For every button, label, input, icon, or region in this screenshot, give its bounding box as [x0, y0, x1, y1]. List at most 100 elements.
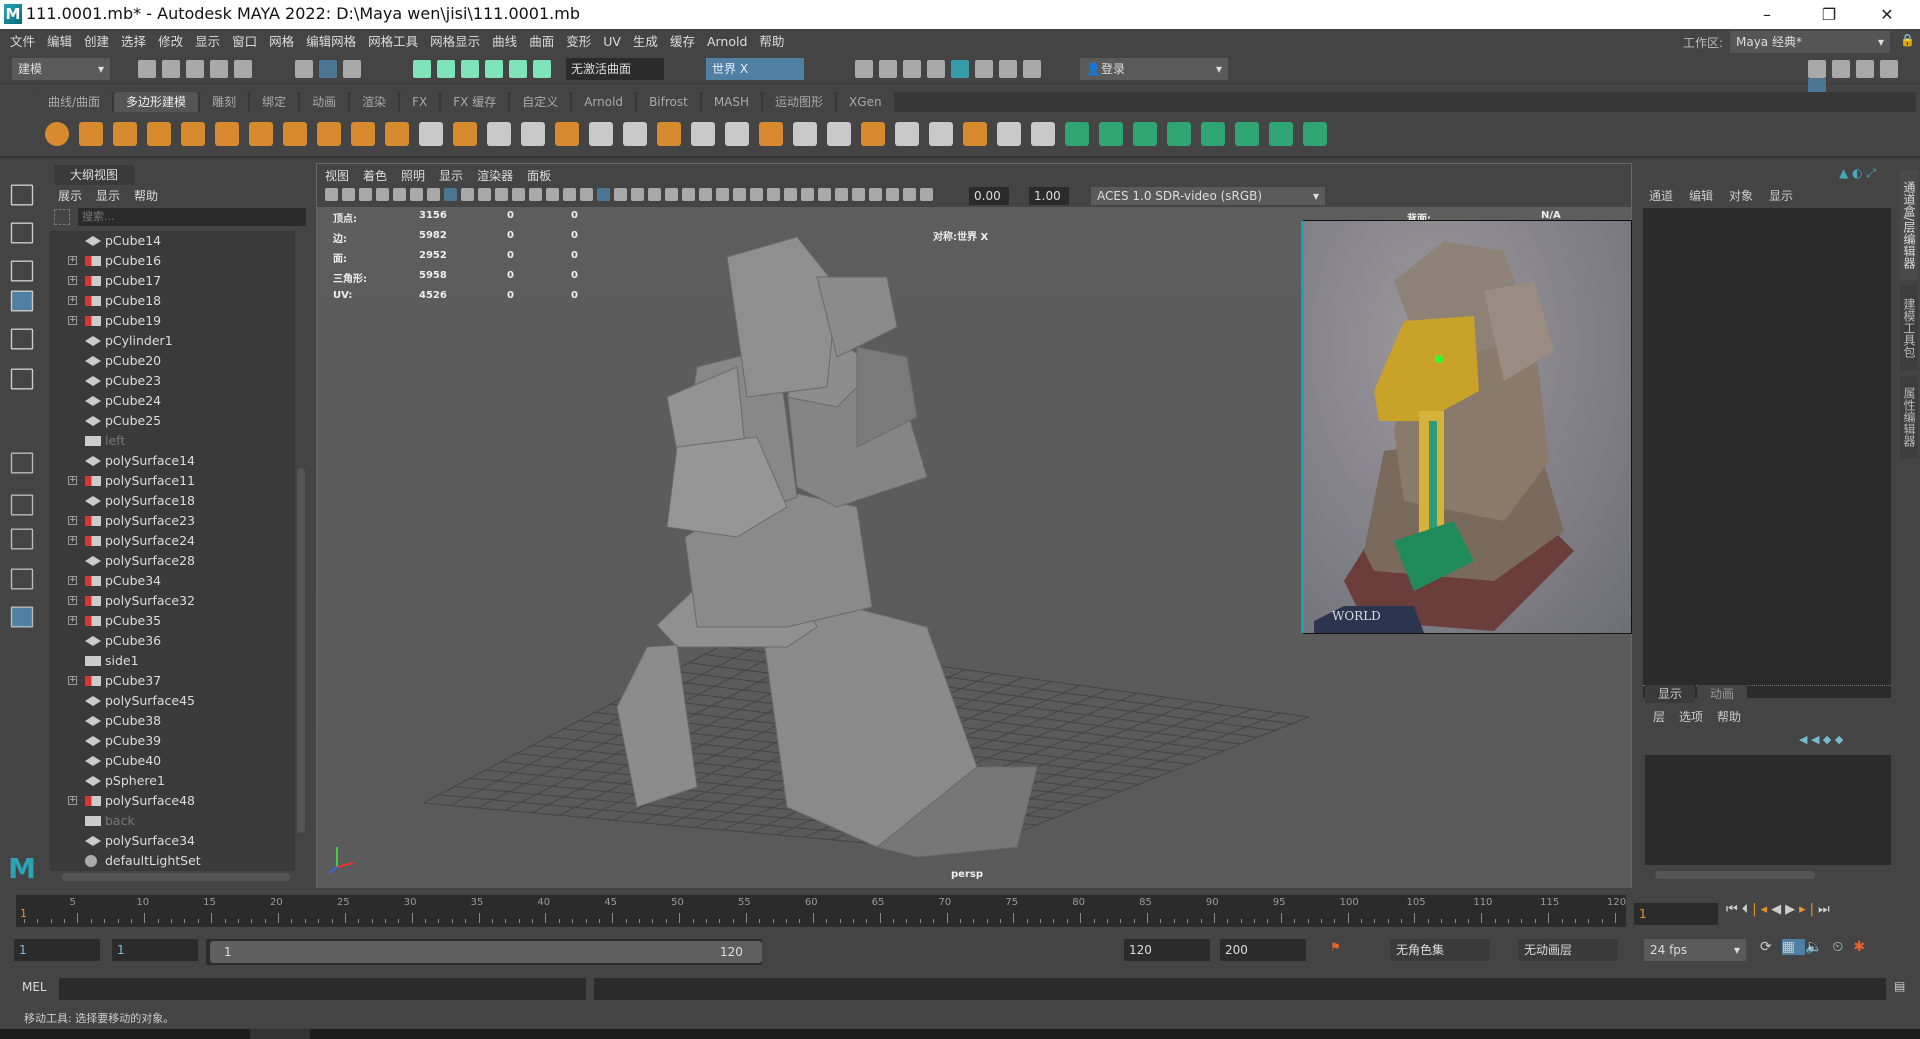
expand-icon[interactable]: + [68, 516, 77, 525]
viewport-tool-icon[interactable] [546, 188, 559, 201]
expand-icon[interactable]: + [68, 596, 77, 605]
shelf-tab[interactable]: 动画 [300, 92, 349, 112]
viewport-tool-icon[interactable] [563, 188, 576, 201]
outliner-item[interactable]: + polySurface32 [50, 591, 290, 611]
shelf-tab[interactable]: Bifrost [637, 92, 700, 112]
viewport-tool-icon[interactable] [580, 188, 593, 201]
expand-icon[interactable]: + [68, 616, 77, 625]
boolean-icon[interactable] [623, 122, 647, 146]
menu-16[interactable]: 缓存 [664, 29, 701, 54]
outliner-menu-help[interactable]: 帮助 [134, 187, 158, 204]
script-editor-icon[interactable]: ▤ [1894, 979, 1905, 993]
menu-15[interactable]: 生成 [627, 29, 664, 54]
merge-icon[interactable] [1031, 122, 1055, 146]
snap-point-icon[interactable] [461, 60, 479, 78]
menu-6[interactable]: 窗口 [226, 29, 263, 54]
expand-icon[interactable]: + [68, 476, 77, 485]
mirror-icon[interactable] [691, 122, 715, 146]
outliner-item[interactable]: pCylinder1 [50, 331, 290, 351]
viewport-tool-icon[interactable] [869, 188, 882, 201]
cube-icon[interactable] [79, 122, 103, 146]
outliner-item[interactable]: + pCube16 [50, 251, 290, 271]
maximize-button[interactable]: ❐ [1806, 2, 1852, 27]
select-object-icon[interactable] [319, 60, 337, 78]
channel-icons[interactable]: ▲ ◐ ⤢ [1839, 166, 1876, 181]
shelf-tab[interactable]: 自定义 [510, 92, 571, 112]
render-frame-icon[interactable] [879, 60, 897, 78]
viewport-tool-icon[interactable] [359, 188, 372, 201]
viewport-tool-icon[interactable] [665, 188, 678, 201]
side-tab-attribute-editor[interactable]: 属性编辑器 [1900, 376, 1918, 458]
last-tool-icon[interactable] [10, 452, 34, 474]
snowflake-icon[interactable] [487, 122, 511, 146]
layer-tab-display[interactable]: 显示 [1645, 685, 1695, 703]
menu-0[interactable]: 文件 [4, 29, 41, 54]
disc-icon[interactable] [249, 122, 273, 146]
outliner-item[interactable]: left [50, 431, 290, 451]
outliner-item[interactable]: polySurface34 [50, 831, 290, 851]
uv-unfold-icon[interactable] [1167, 122, 1191, 146]
render-view-icon[interactable] [855, 60, 873, 78]
outliner-menu-show[interactable]: 展示 [58, 187, 82, 204]
menu-11[interactable]: 曲线 [486, 29, 523, 54]
expand-icon[interactable]: + [68, 576, 77, 585]
channel-hscrollbar[interactable] [1655, 871, 1815, 879]
menu-9[interactable]: 网格工具 [362, 29, 424, 54]
shelf-tab[interactable]: 曲线/曲面 [36, 92, 113, 112]
modeling-toolkit-icon[interactable] [1808, 60, 1826, 78]
step-back-key-icon[interactable]: |◂ [1752, 902, 1771, 917]
outliner-item[interactable]: + pCube18 [50, 291, 290, 311]
platonic-icon[interactable] [283, 122, 307, 146]
expand-icon[interactable]: + [68, 796, 77, 805]
mel-label[interactable]: MEL [22, 980, 47, 994]
extract-icon[interactable] [589, 122, 613, 146]
layer-action-icons[interactable]: ◀ ◀ ◆ ◆ [1799, 733, 1843, 746]
viewport-tool-icon[interactable] [342, 188, 355, 201]
channel-menu-3[interactable]: 显示 [1769, 189, 1793, 203]
viewport-menu-5[interactable]: 面板 [527, 167, 551, 184]
viewport-menu-1[interactable]: 着色 [363, 167, 387, 184]
exposure-field[interactable]: 0.00 [969, 187, 1009, 205]
outliner-item[interactable]: + pCube17 [50, 271, 290, 291]
loop-icon[interactable]: ⟳ [1760, 939, 1782, 955]
uv-planar-icon[interactable] [1065, 122, 1089, 146]
play-forward-icon[interactable]: ▶ [1785, 902, 1799, 917]
menu-10[interactable]: 网格显示 [424, 29, 486, 54]
go-to-start-icon[interactable]: ⏮ [1726, 902, 1742, 917]
viewport-tool-icon[interactable] [648, 188, 661, 201]
outliner-item[interactable]: pCube38 [50, 711, 290, 731]
outliner-tab[interactable]: 大纲视图 [54, 165, 134, 185]
menu-5[interactable]: 显示 [189, 29, 226, 54]
image-plane[interactable]: WORLD [1301, 220, 1632, 634]
outliner-item[interactable]: + pCube37 [50, 671, 290, 691]
channel-menu-1[interactable]: 编辑 [1689, 189, 1713, 203]
shelf-tab[interactable]: 运动图形 [763, 92, 836, 112]
viewport-tool-icon[interactable] [682, 188, 695, 201]
lock-icon[interactable]: 🔒 [1900, 33, 1915, 47]
symmetry-dropdown[interactable]: 世界 X [706, 58, 804, 80]
viewport-tool-icon[interactable] [920, 188, 933, 201]
fps-dropdown[interactable]: 24 fps ▾ [1644, 939, 1746, 961]
menu-7[interactable]: 网格 [263, 29, 300, 54]
viewport-tool-icon[interactable] [393, 188, 406, 201]
combine-icon[interactable] [521, 122, 545, 146]
viewport-tool-icon[interactable] [631, 188, 644, 201]
outliner-vscrollbar[interactable] [297, 468, 305, 833]
outliner-item[interactable]: side1 [50, 651, 290, 671]
menu-3[interactable]: 选择 [115, 29, 152, 54]
playback-speed-icon[interactable]: ⏲ [1832, 939, 1853, 955]
outliner-item[interactable]: + polySurface11 [50, 471, 290, 491]
shelf-tab[interactable]: 雕刻 [200, 92, 249, 112]
paint-select-icon[interactable] [10, 260, 34, 282]
outliner-item[interactable]: back [50, 811, 290, 831]
select-component-icon[interactable] [343, 60, 361, 78]
viewport-tool-icon[interactable] [614, 188, 627, 201]
outliner-item[interactable]: + pCube35 [50, 611, 290, 631]
render-setup-icon[interactable] [975, 60, 993, 78]
viewport-3d-scene[interactable]: 顶点: 3156 0 0 边: 5982 0 0 面: 2952 0 0 三角形: 5958 0 0 UV: 45… [317, 207, 1632, 888]
auto-key-icon[interactable]: ⚑ [1330, 940, 1341, 954]
color-space-dropdown[interactable]: ACES 1.0 SDR-video (sRGB) ▾ [1091, 187, 1325, 205]
menu-4[interactable]: 修改 [152, 29, 189, 54]
time-slider[interactable]: 1 5 10 15 20 25 30 35 40 45 50 55 60 65 70 75 80 85 90 95 1… [16, 895, 1626, 927]
viewport-tool-icon[interactable] [495, 188, 508, 201]
